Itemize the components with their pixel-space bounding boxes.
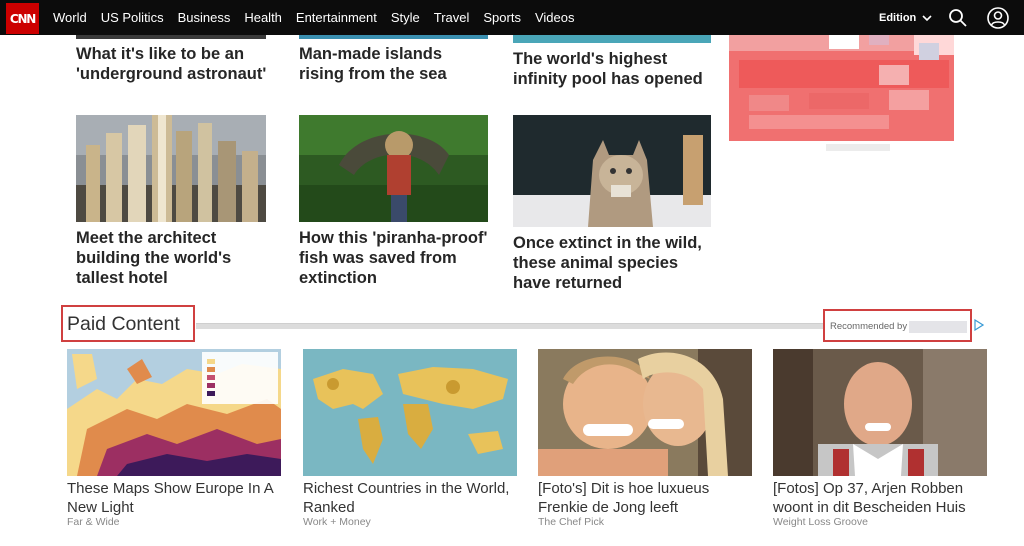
account-icon[interactable] [987,7,1009,29]
story-thumb-partial[interactable] [76,35,266,39]
story-image-lynx[interactable] [513,115,711,227]
nav-links: World US Politics Business Health Entert… [46,0,581,35]
nav-item-sports[interactable]: Sports [483,10,521,25]
paid-image-robben[interactable] [773,349,987,476]
search-icon[interactable] [948,8,968,28]
paid-source: Work + Money [303,516,371,528]
edition-label: Edition [879,12,917,24]
nav-item-videos[interactable]: Videos [535,10,575,25]
nav-item-health[interactable]: Health [244,10,282,25]
edition-button[interactable]: Edition [879,12,932,24]
paid-headline[interactable]: [Fotos] Op 37, Arjen Robben woont in dit… [773,479,987,517]
advertisement[interactable] [729,35,988,141]
paid-image-world-map[interactable] [303,349,517,476]
ad-caption [826,144,890,151]
paid-source: Far & Wide [67,516,120,528]
nav-item-travel[interactable]: Travel [434,10,470,25]
paid-headline[interactable]: These Maps Show Europe In A New Light [67,479,281,517]
story-thumb-partial[interactable] [299,35,488,39]
paid-image-europe-map[interactable] [67,349,281,476]
paid-headline[interactable]: Richest Countries in the World, Ranked [303,479,517,517]
story-headline[interactable]: Meet the architect building the world's … [76,228,266,288]
story-image-skyscrapers[interactable] [76,115,266,222]
story-headline[interactable]: Man-made islands rising from the sea [299,44,489,84]
adchoices-icon[interactable] [974,319,984,331]
paid-source: Weight Loss Groove [773,516,868,528]
cnn-logo[interactable]: CNN [6,3,39,34]
paid-source: The Chef Pick [538,516,604,528]
nav-item-us-politics[interactable]: US Politics [101,10,164,25]
story-image-fish[interactable] [299,115,488,222]
paid-image-couple[interactable] [538,349,752,476]
story-headline[interactable]: How this 'piranha-proof' fish was saved … [299,228,489,288]
section-divider [196,323,824,329]
paid-content-heading: Paid Content [67,313,180,335]
nav-item-style[interactable]: Style [391,10,420,25]
story-headline[interactable]: Once extinct in the wild, these animal s… [513,233,711,293]
top-nav: CNN World US Politics Business Health En… [0,0,1024,35]
recommender-logo[interactable] [909,321,967,333]
story-headline[interactable]: What it's like to be an 'underground ast… [76,44,276,84]
recommended-by-label: Recommended by [830,321,908,332]
nav-item-world[interactable]: World [53,10,87,25]
story-thumb-partial[interactable] [513,35,711,43]
story-headline[interactable]: The world's highest infinity pool has op… [513,49,703,89]
nav-item-business[interactable]: Business [178,10,231,25]
nav-item-entertainment[interactable]: Entertainment [296,10,377,25]
paid-headline[interactable]: [Foto's] Dit is hoe luxueus Frenkie de J… [538,479,752,517]
chevron-down-icon [922,14,932,21]
